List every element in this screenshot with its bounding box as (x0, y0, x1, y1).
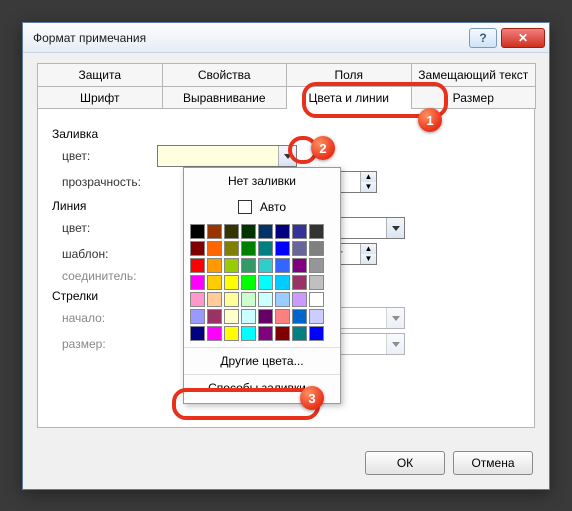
color-swatch[interactable] (258, 224, 273, 239)
close-button[interactable]: ✕ (501, 28, 545, 48)
color-swatch[interactable] (207, 224, 222, 239)
color-swatch[interactable] (241, 326, 256, 341)
tab-font[interactable]: Шрифт (37, 86, 163, 109)
color-swatch[interactable] (207, 292, 222, 307)
fill-color-combo[interactable] (157, 145, 297, 167)
tab-margins[interactable]: Поля (286, 63, 412, 86)
color-swatch[interactable] (275, 309, 290, 324)
color-swatch[interactable] (275, 292, 290, 307)
color-swatch[interactable] (224, 309, 239, 324)
color-swatch[interactable] (275, 326, 290, 341)
color-swatch[interactable] (224, 241, 239, 256)
tab-colors-lines[interactable]: Цвета и линии (286, 86, 412, 109)
color-swatch[interactable] (241, 258, 256, 273)
spin-down-icon[interactable]: ▼ (360, 254, 376, 264)
menu-fill-effects[interactable]: Способы заливки... (184, 374, 340, 401)
color-swatch[interactable] (309, 241, 324, 256)
label-fill-color: цвет: (52, 149, 157, 163)
color-swatch[interactable] (292, 224, 307, 239)
help-button[interactable]: ? (469, 28, 497, 48)
color-swatch[interactable] (292, 309, 307, 324)
spin-down-icon[interactable]: ▼ (360, 182, 376, 192)
color-swatch[interactable] (292, 292, 307, 307)
dialog-title: Формат примечания (33, 31, 469, 45)
auto-swatch (238, 200, 252, 214)
color-swatch[interactable] (190, 309, 205, 324)
color-swatch[interactable] (190, 258, 205, 273)
menu-more-colors[interactable]: Другие цвета... (184, 347, 340, 374)
color-swatch[interactable] (292, 258, 307, 273)
chevron-down-icon (284, 154, 292, 159)
fill-color-menu: Нет заливки Авто Другие цвета... Способы… (183, 167, 341, 404)
tab-alt-text[interactable]: Замещающий текст (411, 63, 537, 86)
color-swatch[interactable] (241, 292, 256, 307)
color-swatch[interactable] (309, 224, 324, 239)
color-swatch[interactable] (258, 292, 273, 307)
color-swatch[interactable] (275, 258, 290, 273)
menu-auto-label: Авто (260, 200, 286, 214)
color-swatch[interactable] (275, 275, 290, 290)
tab-alignment[interactable]: Выравнивание (162, 86, 288, 109)
color-swatch[interactable] (207, 258, 222, 273)
color-swatch[interactable] (258, 309, 273, 324)
label-line-color: цвет: (52, 221, 157, 235)
color-swatch[interactable] (207, 309, 222, 324)
color-swatch[interactable] (258, 258, 273, 273)
color-swatch[interactable] (241, 275, 256, 290)
tab-properties[interactable]: Свойства (162, 63, 288, 86)
color-swatch[interactable] (292, 275, 307, 290)
color-swatch[interactable] (241, 309, 256, 324)
color-swatch[interactable] (224, 326, 239, 341)
color-swatch[interactable] (258, 275, 273, 290)
color-swatch[interactable] (224, 292, 239, 307)
label-template: шаблон: (52, 247, 157, 261)
color-swatch[interactable] (190, 241, 205, 256)
format-comment-dialog: Формат примечания ? ✕ Защита Свойства По… (22, 22, 550, 490)
tab-protection[interactable]: Защита (37, 63, 163, 86)
spin-up-icon[interactable]: ▲ (360, 172, 376, 182)
label-arrow-size: размер: (52, 337, 157, 351)
color-swatch[interactable] (258, 241, 273, 256)
color-swatch[interactable] (207, 326, 222, 341)
menu-no-fill[interactable]: Нет заливки (184, 168, 340, 194)
section-fill: Заливка (52, 127, 520, 141)
chevron-down-icon (392, 342, 400, 347)
ok-button[interactable]: ОК (365, 451, 445, 475)
line-style-dropdown-button[interactable] (386, 218, 404, 238)
cancel-button[interactable]: Отмена (453, 451, 533, 475)
fill-color-preview (158, 146, 278, 166)
label-arrow-start: начало: (52, 311, 157, 325)
color-swatch[interactable] (309, 326, 324, 341)
color-palette (184, 220, 340, 347)
color-swatch[interactable] (309, 309, 324, 324)
color-swatch[interactable] (190, 292, 205, 307)
color-swatch[interactable] (309, 292, 324, 307)
color-swatch[interactable] (241, 224, 256, 239)
color-swatch[interactable] (258, 326, 273, 341)
fill-color-dropdown-button[interactable] (278, 146, 296, 166)
color-swatch[interactable] (207, 241, 222, 256)
color-swatch[interactable] (224, 258, 239, 273)
color-swatch[interactable] (309, 275, 324, 290)
color-swatch[interactable] (190, 224, 205, 239)
color-swatch[interactable] (207, 275, 222, 290)
color-swatch[interactable] (190, 275, 205, 290)
titlebar: Формат примечания ? ✕ (23, 23, 549, 53)
label-connector: соединитель: (52, 269, 157, 283)
color-swatch[interactable] (241, 241, 256, 256)
menu-auto[interactable]: Авто (184, 194, 340, 220)
color-swatch[interactable] (292, 241, 307, 256)
color-swatch[interactable] (224, 224, 239, 239)
color-swatch[interactable] (275, 224, 290, 239)
color-swatch[interactable] (309, 258, 324, 273)
color-swatch[interactable] (292, 326, 307, 341)
chevron-down-icon (392, 226, 400, 231)
color-swatch[interactable] (190, 326, 205, 341)
tab-size[interactable]: Размер (411, 86, 537, 109)
label-transparency: прозрачность: (52, 175, 157, 189)
color-swatch[interactable] (224, 275, 239, 290)
chevron-down-icon (392, 316, 400, 321)
color-swatch[interactable] (275, 241, 290, 256)
spin-up-icon[interactable]: ▲ (360, 244, 376, 254)
